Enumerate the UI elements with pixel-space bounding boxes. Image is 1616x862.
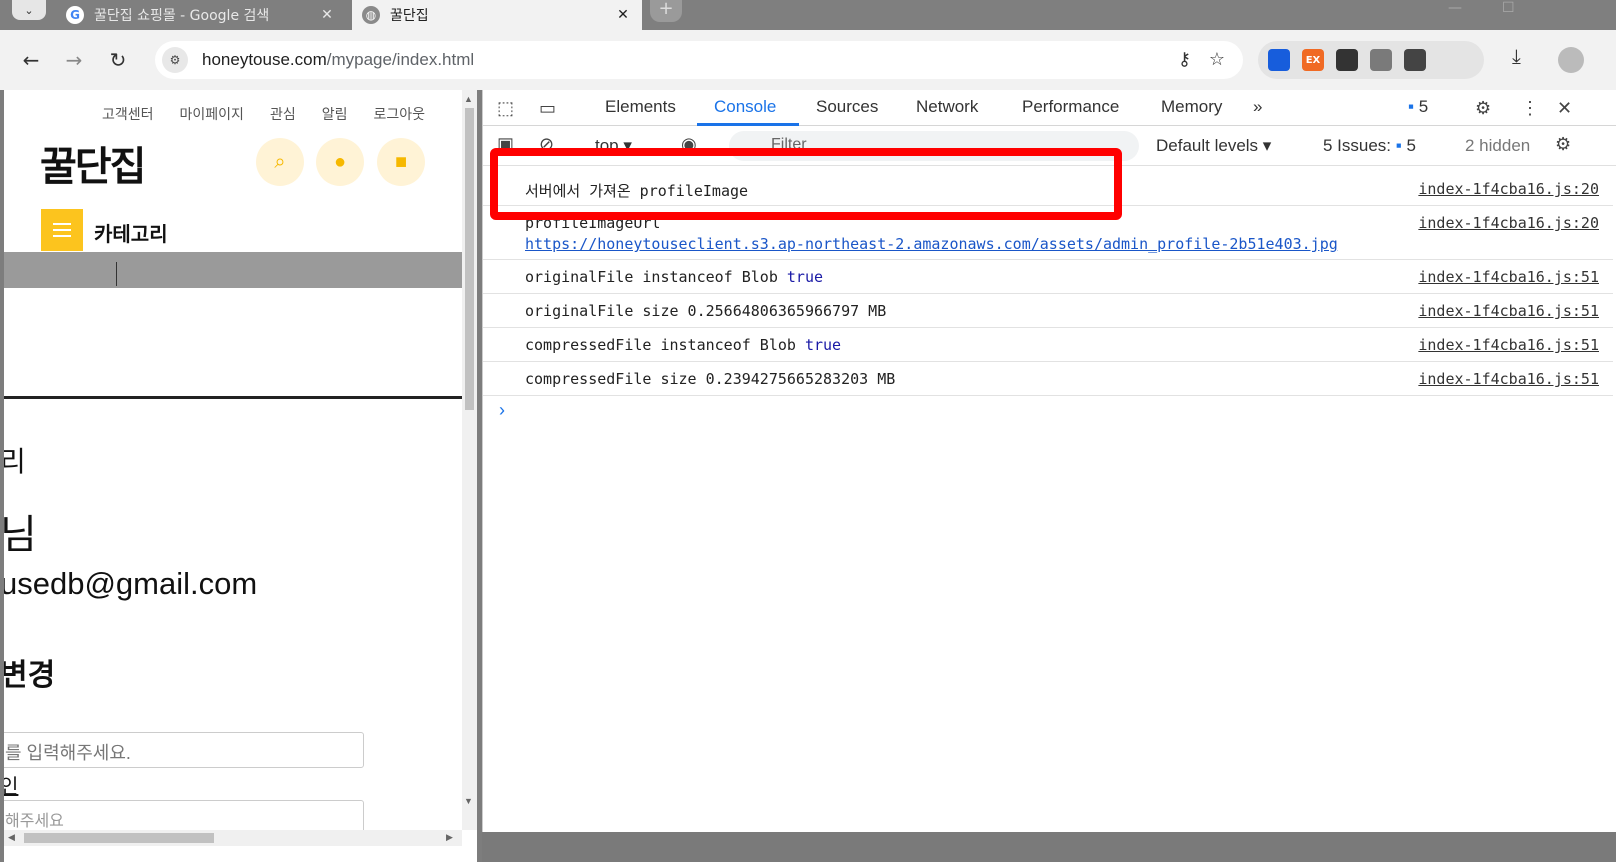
react-devtools-icon[interactable] [1370, 49, 1392, 71]
profile-input[interactable]: 를 입력해주세요. [4, 732, 364, 768]
console-text: originalFile size 0.25664806365966797 MB [525, 302, 887, 320]
source-link[interactable]: index-1f4cba16.js:51 [1418, 336, 1599, 354]
device-toolbar-icon[interactable]: ▭ [539, 98, 556, 119]
extensions-area: EX [1258, 41, 1484, 79]
console-message: originalFile size 0.25664806365966797 MB… [483, 294, 1613, 328]
close-tab-icon[interactable]: ✕ [318, 7, 336, 23]
globe-favicon-icon: ◍ [362, 6, 380, 24]
inspect-element-icon[interactable]: ⬚ [497, 98, 514, 119]
highlight-box [490, 148, 1122, 220]
console-settings-icon[interactable]: ⚙ [1555, 134, 1571, 155]
search-icon[interactable]: ⌕ [256, 138, 304, 186]
divider [116, 262, 117, 286]
browser-toolbar: ← → ↻ ⚙ honeytouse.com/mypage/index.html… [0, 30, 1616, 90]
issues-label[interactable]: 5 Issues: ▪ 5 [1323, 136, 1416, 156]
browser-tab-active[interactable]: ◍ 꿀단집 ✕ [352, 0, 642, 30]
puzzle-extensions-icon[interactable] [1404, 49, 1426, 71]
forward-arrow-icon[interactable]: → [58, 44, 90, 76]
page-link[interactable]: 인 [4, 770, 18, 799]
console-prompt[interactable]: › [499, 400, 505, 421]
tab-performance[interactable]: Performance [1022, 97, 1119, 117]
hamburger-menu-icon[interactable] [41, 209, 83, 251]
profile-avatar[interactable] [1558, 47, 1584, 73]
default-levels-dropdown[interactable]: Default levels ▾ [1156, 136, 1271, 156]
browser-tab-google-search[interactable]: G 꿀단집 쇼핑몰 - Google 검색 ✕ [56, 0, 346, 30]
notion-clipper-icon[interactable] [1336, 49, 1358, 71]
user-icon[interactable]: ● [316, 138, 364, 186]
browser-tab-strip: ⌄ G 꿀단집 쇼핑몰 - Google 검색 ✕ ◍ 꿀단집 ✕ + — ☐ [0, 0, 1616, 30]
console-text: compressedFile size 0.2394275665283203 M… [525, 370, 896, 388]
reload-icon[interactable]: ↻ [102, 44, 134, 76]
ex-extension-icon[interactable]: EX [1302, 49, 1324, 71]
page-viewport: 고객센터 마이페이지 관심 알림 로그아웃 꿀단집 ⌕ ● ■ 카테고리 리 님… [4, 90, 477, 862]
source-link[interactable]: index-1f4cba16.js:51 [1418, 268, 1599, 286]
issues-badge[interactable]: ▪ 5 [1408, 97, 1428, 117]
new-tab-button[interactable]: + [650, 0, 682, 22]
tab-title: 꿀단집 [390, 8, 429, 24]
scroll-thumb[interactable] [24, 833, 214, 843]
url-text[interactable]: honeytouse.com/mypage/index.html [202, 50, 474, 70]
source-link[interactable]: index-1f4cba16.js:51 [1418, 370, 1599, 388]
section-divider [4, 396, 462, 399]
site-logo[interactable]: 꿀단집 [40, 134, 146, 192]
console-text: compressedFile instanceof Blob true [525, 336, 842, 354]
hidden-count: 2 hidden [1465, 136, 1531, 155]
console-message: compressedFile size 0.2394275665283203 M… [483, 362, 1613, 396]
scroll-up-icon[interactable]: ▲ [464, 94, 473, 104]
google-favicon-icon: G [66, 6, 84, 24]
console-text: originalFile instanceof Blob true [525, 268, 824, 286]
bookmark-star-icon[interactable]: ☆ [1209, 49, 1225, 70]
console-message: originalFile instanceof Blob true index-… [483, 260, 1613, 294]
scroll-thumb[interactable] [465, 108, 474, 410]
close-tab-icon[interactable]: ✕ [614, 7, 632, 23]
nav-notifications[interactable]: 알림 [322, 104, 348, 124]
window-bottom-strip [482, 832, 1616, 862]
console-url-link[interactable]: https://honeytouseclient.s3.ap-northeast… [525, 235, 1338, 253]
back-arrow-icon[interactable]: ← [15, 44, 47, 76]
source-link[interactable]: index-1f4cba16.js:20 [1418, 214, 1599, 232]
horizontal-scrollbar[interactable]: ◀ ▶ [4, 830, 462, 846]
more-tabs-icon[interactable]: » [1253, 97, 1262, 117]
settings-gear-icon[interactable]: ⚙ [1475, 98, 1491, 119]
section-heading: 리 [4, 446, 26, 477]
tab-network[interactable]: Network [916, 97, 978, 117]
shopping-bag-icon[interactable]: ■ [377, 138, 425, 186]
nav-logout[interactable]: 로그아웃 [373, 104, 425, 124]
maximize-window-icon[interactable]: ☐ [1502, 0, 1515, 16]
password-key-icon[interactable]: ⚷ [1178, 49, 1191, 70]
console-message: compressedFile instanceof Blob true inde… [483, 328, 1613, 362]
tab-search-button[interactable]: ⌄ [12, 0, 46, 20]
address-bar[interactable]: ⚙ honeytouse.com/mypage/index.html ⚷ ☆ [155, 41, 1243, 79]
nav-mypage[interactable]: 마이페이지 [180, 104, 244, 124]
download-icon[interactable]: ⤓ [1512, 44, 1521, 68]
user-email: usedb@gmail.com [4, 566, 258, 601]
nav-customer-center[interactable]: 고객센터 [102, 104, 154, 124]
utility-nav: 고객센터 마이페이지 관심 알림 로그아웃 [102, 104, 425, 124]
category-label[interactable]: 카테고리 [94, 218, 168, 247]
bitwarden-icon[interactable] [1268, 49, 1290, 71]
nav-wishlist[interactable]: 관심 [270, 104, 296, 124]
tab-sources[interactable]: Sources [816, 97, 878, 117]
vertical-scrollbar[interactable]: ▲ ▼ [462, 90, 477, 830]
chevron-down-icon: ⌄ [24, 3, 34, 17]
more-options-icon[interactable]: ⋮ [1521, 98, 1539, 119]
site-info-icon[interactable]: ⚙ [162, 47, 188, 73]
minimize-window-icon[interactable]: — [1448, 0, 1462, 16]
devtools-tab-bar: ⬚ ▭ Elements Console Sources Network Per… [483, 90, 1616, 126]
tab-elements[interactable]: Elements [605, 97, 676, 117]
tab-memory[interactable]: Memory [1161, 97, 1222, 117]
source-link[interactable]: index-1f4cba16.js:51 [1418, 302, 1599, 320]
tab-console[interactable]: Console [714, 97, 776, 117]
user-name: 님 [4, 513, 37, 557]
category-bar [4, 252, 462, 288]
source-link[interactable]: index-1f4cba16.js:20 [1418, 180, 1599, 198]
tab-title: 꿀단집 쇼핑몰 - Google 검색 [94, 8, 270, 24]
scroll-right-icon[interactable]: ▶ [446, 832, 453, 843]
change-heading: 변경 [4, 659, 56, 692]
scroll-down-icon[interactable]: ▼ [464, 796, 473, 806]
scroll-left-icon[interactable]: ◀ [8, 832, 15, 843]
close-devtools-icon[interactable]: ✕ [1557, 98, 1572, 119]
